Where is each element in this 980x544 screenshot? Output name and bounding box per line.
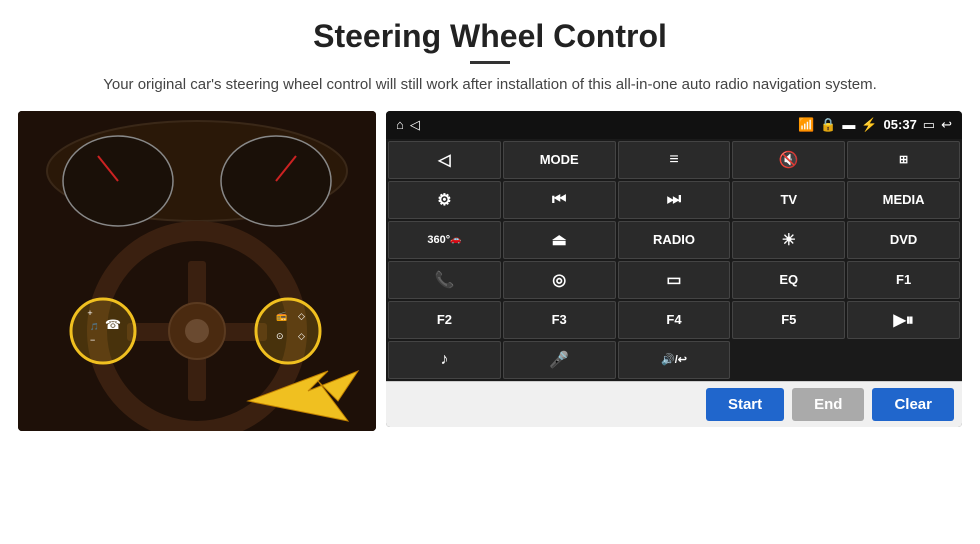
btn-f1[interactable]: F1: [847, 261, 960, 299]
svg-text:◇: ◇: [298, 311, 305, 321]
status-bar-left: ⌂ ◁: [396, 117, 420, 133]
sim-icon: ▬: [842, 117, 855, 132]
btn-f3[interactable]: F3: [503, 301, 616, 339]
btn-mode[interactable]: MODE: [503, 141, 616, 179]
btn-mic[interactable]: 🎤: [503, 341, 616, 379]
btn-phone[interactable]: 📞: [388, 261, 501, 299]
btn-prev[interactable]: ⏮: [503, 181, 616, 219]
svg-text:−: −: [90, 335, 95, 345]
svg-text:+: +: [87, 308, 92, 318]
btn-media[interactable]: MEDIA: [847, 181, 960, 219]
page-title: Steering Wheel Control: [0, 0, 980, 55]
btn-menu[interactable]: ≡: [618, 141, 731, 179]
content-row: + 🎵 − ☎ 📻 ◇ ⊙ ◇ ⌂ ◁ 📶 🔒 ▬ ⚡ 0: [0, 111, 980, 431]
btn-navigate[interactable]: ◁: [388, 141, 501, 179]
btn-vol-back[interactable]: 🔊/↩: [618, 341, 731, 379]
btn-dvd[interactable]: DVD: [847, 221, 960, 259]
btn-f4[interactable]: F4: [618, 301, 731, 339]
navigation-icon: ◁: [410, 117, 420, 133]
status-time: 05:37: [884, 117, 917, 132]
btn-screen[interactable]: ▭: [618, 261, 731, 299]
btn-brightness[interactable]: ☀: [732, 221, 845, 259]
svg-text:📻: 📻: [276, 311, 287, 321]
btn-play-pause[interactable]: ▶⏸: [847, 301, 960, 339]
home-icon[interactable]: ⌂: [396, 117, 404, 132]
btn-radio[interactable]: RADIO: [618, 221, 731, 259]
wifi-icon: 📶: [798, 117, 814, 133]
btn-tv[interactable]: TV: [732, 181, 845, 219]
bottom-bar: Start End Clear: [386, 381, 962, 427]
title-divider: [470, 61, 510, 64]
btn-f5[interactable]: F5: [732, 301, 845, 339]
btn-f2[interactable]: F2: [388, 301, 501, 339]
status-bar-right: 📶 🔒 ▬ ⚡ 05:37 ▭ ↩: [798, 117, 952, 133]
start-button[interactable]: Start: [706, 388, 784, 421]
btn-apps[interactable]: ⊞: [847, 141, 960, 179]
btn-360[interactable]: 360°🚗: [388, 221, 501, 259]
btn-music[interactable]: ♪: [388, 341, 501, 379]
svg-text:🎵: 🎵: [90, 322, 99, 331]
btn-next[interactable]: ⏭: [618, 181, 731, 219]
btn-eq[interactable]: EQ: [732, 261, 845, 299]
clear-button[interactable]: Clear: [872, 388, 954, 421]
svg-text:◇: ◇: [298, 331, 305, 341]
btn-nav[interactable]: ◎: [503, 261, 616, 299]
head-unit-panel: ⌂ ◁ 📶 🔒 ▬ ⚡ 05:37 ▭ ↩ ◁ MODE ≡ 🔇 ⊞ ⚙ ⏮: [386, 111, 962, 427]
btn-eject[interactable]: ⏏: [503, 221, 616, 259]
lock-icon: 🔒: [820, 117, 836, 133]
steering-wheel-image: + 🎵 − ☎ 📻 ◇ ⊙ ◇: [18, 111, 376, 431]
end-button[interactable]: End: [792, 388, 864, 421]
btn-mute[interactable]: 🔇: [732, 141, 845, 179]
page-subtitle: Your original car's steering wheel contr…: [0, 74, 980, 97]
svg-text:⊙: ⊙: [276, 331, 284, 341]
back-icon[interactable]: ↩: [941, 117, 952, 133]
bluetooth-icon: ⚡: [861, 117, 877, 133]
btn-settings[interactable]: ⚙: [388, 181, 501, 219]
screen-icon: ▭: [923, 117, 935, 133]
svg-text:☎: ☎: [105, 317, 121, 332]
status-bar: ⌂ ◁ 📶 🔒 ▬ ⚡ 05:37 ▭ ↩: [386, 111, 962, 139]
button-grid: ◁ MODE ≡ 🔇 ⊞ ⚙ ⏮ ⏭ TV MEDIA 360°🚗 ⏏ RADI…: [386, 139, 962, 381]
